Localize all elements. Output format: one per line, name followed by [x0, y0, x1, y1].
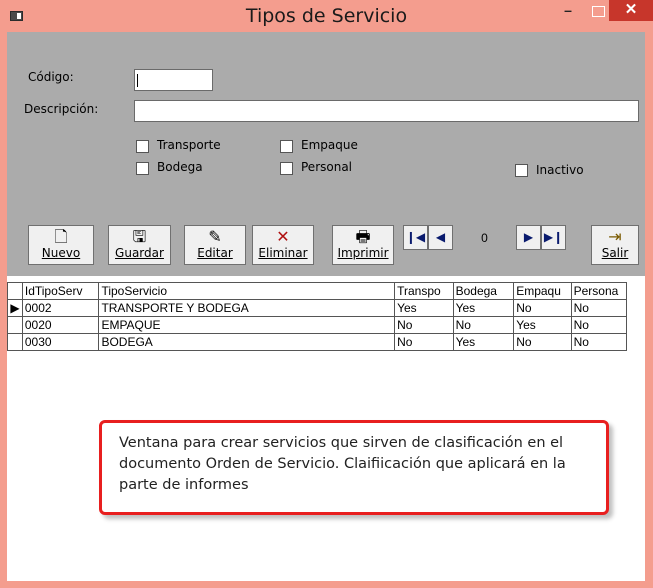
- table-cell[interactable]: Yes: [513, 316, 572, 334]
- next-record-icon: ▶: [523, 230, 534, 244]
- descripcion-label: Descripción:: [24, 102, 99, 116]
- table-cell[interactable]: No: [394, 316, 454, 334]
- table-cell[interactable]: No: [570, 333, 628, 351]
- title-bar[interactable]: Tipos de Servicio – ✕: [0, 0, 653, 32]
- records-grid: IdTipoServ TipoServicio Transpo Bodega E…: [7, 282, 628, 351]
- table-cell[interactable]: No: [513, 333, 572, 351]
- callout-text: Ventana para crear servicios que sirven …: [119, 435, 566, 493]
- editar-button[interactable]: ✎ Editar: [184, 225, 246, 265]
- current-row-arrow-icon: ▶: [7, 299, 23, 317]
- bodega-checkbox[interactable]: [136, 162, 149, 175]
- last-record-icon: ▶❙: [543, 230, 564, 244]
- bodega-label: Bodega: [157, 160, 203, 174]
- inactivo-label: Inactivo: [536, 163, 584, 177]
- table-cell[interactable]: No: [570, 299, 628, 317]
- grid-header-row: IdTipoServ TipoServicio Transpo Bodega E…: [7, 282, 628, 300]
- form-panel: Código: Descripción: Transporte Empaque …: [7, 32, 645, 212]
- imprimir-label: Imprimir: [337, 246, 389, 260]
- row-selector-header: [7, 282, 23, 300]
- table-cell[interactable]: 0030: [21, 333, 100, 351]
- descripcion-input[interactable]: [134, 100, 639, 122]
- table-cell[interactable]: BODEGA: [98, 333, 396, 351]
- personal-label: Personal: [301, 160, 353, 174]
- table-cell[interactable]: No: [452, 316, 515, 334]
- save-icon: 🖫: [132, 227, 147, 246]
- table-cell[interactable]: Yes: [452, 333, 515, 351]
- maximize-button[interactable]: [585, 0, 611, 22]
- record-number: 0: [481, 231, 488, 245]
- table-cell[interactable]: No: [570, 316, 628, 334]
- column-header[interactable]: Transpo: [394, 282, 454, 300]
- salir-button[interactable]: ⇥ Salir: [591, 225, 639, 265]
- delete-icon: ✕: [276, 227, 290, 246]
- annotation-callout: Ventana para crear servicios que sirven …: [99, 420, 609, 515]
- editar-label: Editar: [197, 246, 233, 260]
- previous-record-icon: ◀: [435, 230, 446, 244]
- column-header[interactable]: TipoServicio: [98, 282, 396, 300]
- previous-record-button[interactable]: ◀: [428, 225, 453, 250]
- text-caret: [137, 74, 138, 87]
- transporte-label: Transporte: [157, 138, 221, 152]
- nuevo-label: Nuevo: [41, 246, 81, 260]
- table-cell[interactable]: No: [394, 333, 454, 351]
- new-document-icon: 🗋: [54, 227, 68, 246]
- first-record-icon: ❙◀: [405, 230, 426, 244]
- edit-icon: ✎: [208, 227, 222, 246]
- table-row[interactable]: 0020 EMPAQUE No No Yes No: [7, 316, 628, 334]
- toolbar: 🗋 Nuevo 🖫 Guardar ✎ Editar ✕ Eliminar 🖶 …: [7, 212, 645, 276]
- exit-icon: ⇥: [608, 227, 622, 246]
- row-selector[interactable]: [7, 333, 23, 351]
- column-header[interactable]: IdTipoServ: [21, 282, 100, 300]
- guardar-label: Guardar: [115, 246, 164, 260]
- personal-checkbox[interactable]: [280, 162, 293, 175]
- table-row[interactable]: ▶ 0002 TRANSPORTE Y BODEGA Yes Yes No No: [7, 299, 628, 317]
- codigo-label: Código:: [28, 70, 74, 84]
- maximize-icon: [591, 6, 605, 17]
- guardar-button[interactable]: 🖫 Guardar: [108, 225, 171, 265]
- client-area: Código: Descripción: Transporte Empaque …: [7, 32, 645, 581]
- minimize-button[interactable]: –: [555, 0, 581, 22]
- salir-label: Salir: [601, 246, 629, 260]
- column-header[interactable]: Persona: [570, 282, 628, 300]
- column-header[interactable]: Bodega: [452, 282, 515, 300]
- nuevo-button[interactable]: 🗋 Nuevo: [28, 225, 94, 265]
- first-record-button[interactable]: ❙◀: [403, 225, 428, 250]
- table-cell[interactable]: Yes: [452, 299, 515, 317]
- eliminar-label: Eliminar: [258, 246, 308, 260]
- table-cell[interactable]: TRANSPORTE Y BODEGA: [98, 299, 396, 317]
- table-cell[interactable]: No: [513, 299, 572, 317]
- table-cell[interactable]: Yes: [394, 299, 454, 317]
- empaque-label: Empaque: [301, 138, 358, 152]
- imprimir-button[interactable]: 🖶 Imprimir: [332, 225, 394, 265]
- codigo-input[interactable]: [134, 69, 213, 91]
- last-record-button[interactable]: ▶❙: [541, 225, 566, 250]
- empaque-checkbox[interactable]: [280, 140, 293, 153]
- column-header[interactable]: Empaqu: [513, 282, 572, 300]
- transporte-checkbox[interactable]: [136, 140, 149, 153]
- inactivo-checkbox[interactable]: [515, 164, 528, 177]
- table-cell[interactable]: 0020: [21, 316, 100, 334]
- eliminar-button[interactable]: ✕ Eliminar: [252, 225, 314, 265]
- table-cell[interactable]: EMPAQUE: [98, 316, 396, 334]
- table-row[interactable]: 0030 BODEGA No Yes No No: [7, 333, 628, 351]
- close-button[interactable]: ✕: [609, 0, 653, 21]
- print-icon: 🖶: [355, 227, 371, 246]
- table-cell[interactable]: 0002: [21, 299, 100, 317]
- window: Tipos de Servicio – ✕ Código: Descripció…: [0, 0, 653, 588]
- next-record-button[interactable]: ▶: [516, 225, 541, 250]
- row-selector[interactable]: [7, 316, 23, 334]
